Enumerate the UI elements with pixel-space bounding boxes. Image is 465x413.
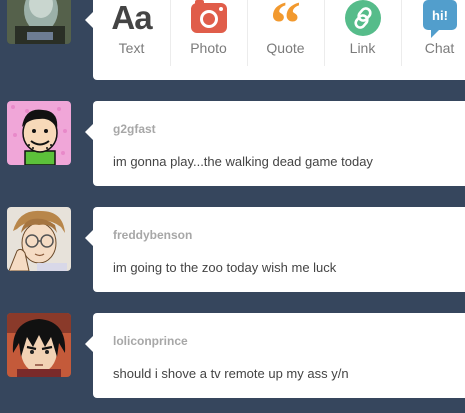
post-pointer	[85, 336, 93, 352]
post-username[interactable]: freddybenson	[113, 228, 192, 242]
camera-icon	[190, 0, 228, 36]
link-post-button[interactable]: Link	[324, 0, 401, 66]
post-username[interactable]: loliconprince	[113, 334, 188, 348]
composer-pointer	[85, 12, 93, 28]
post-body: im going to the zoo today wish me luck	[113, 260, 337, 275]
photo-post-label: Photo	[190, 40, 227, 56]
avatar[interactable]	[7, 207, 71, 271]
avatar[interactable]	[7, 101, 71, 165]
post-body: should i shove a tv remote up my ass y/n	[113, 366, 349, 381]
post-pointer	[85, 124, 93, 140]
post-pointer	[85, 230, 93, 246]
chat-post-button[interactable]: hi! Chat	[401, 0, 465, 66]
quote-icon: “	[270, 0, 301, 58]
post-card: loliconprince should i shove a tv remote…	[93, 313, 465, 398]
avatar[interactable]	[7, 313, 71, 377]
post-username[interactable]: g2gfast	[113, 122, 156, 136]
link-icon	[344, 0, 381, 36]
svg-text:hi!: hi!	[432, 8, 448, 23]
post-card: g2gfast im gonna play...the walking dead…	[93, 101, 465, 186]
chat-bubble-icon: hi!	[422, 0, 457, 38]
quote-post-button[interactable]: “ Quote	[247, 0, 324, 66]
post-body: im gonna play...the walking dead game to…	[113, 154, 373, 169]
current-user-avatar[interactable]	[7, 0, 71, 44]
link-post-label: Link	[349, 40, 376, 56]
post-composer: Aa Text Photo “ Quote Link hi! Chat	[93, 0, 465, 80]
text-post-icon: Aa	[111, 0, 152, 36]
quote-post-label: Quote	[266, 40, 305, 56]
chat-post-label: Chat	[424, 40, 455, 56]
post-card: freddybenson im going to the zoo today w…	[93, 207, 465, 292]
dashboard: Aa Text Photo “ Quote Link hi! Chat g2gf…	[0, 0, 465, 413]
photo-post-button[interactable]: Photo	[170, 0, 247, 66]
text-post-button[interactable]: Aa Text	[93, 0, 170, 66]
text-post-label: Text	[118, 40, 145, 56]
